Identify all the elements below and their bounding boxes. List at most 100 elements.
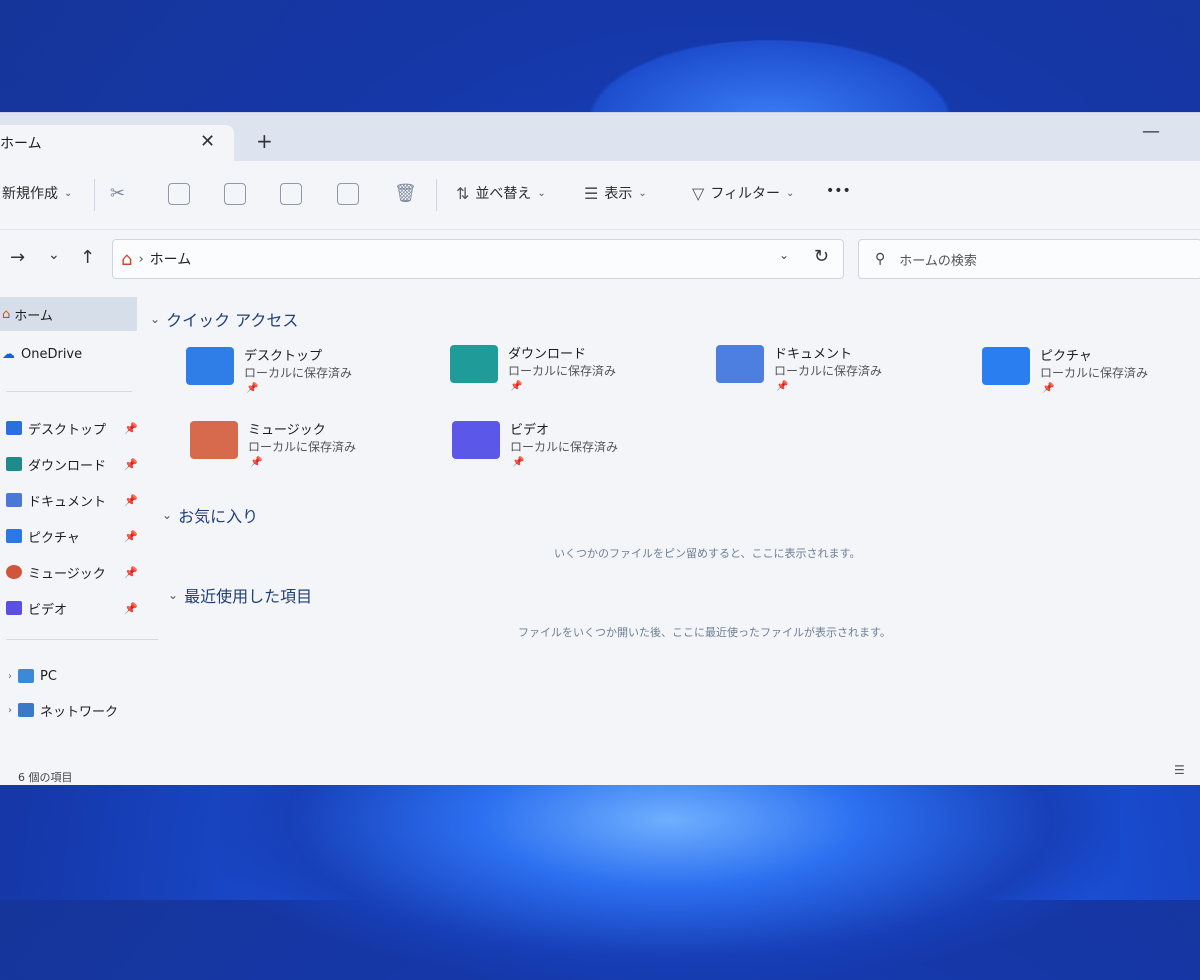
- quick-access-item[interactable]: ダウンロード ローカルに保存済み 📌: [450, 343, 710, 399]
- quick-access-item[interactable]: ビデオ ローカルに保存済み 📌: [452, 419, 712, 475]
- music-icon: [6, 565, 22, 579]
- cloud-icon: ☁: [2, 346, 15, 362]
- item-status: ローカルに保存済み: [248, 440, 357, 454]
- tab-title: ホーム: [0, 136, 42, 152]
- pin-icon: 📌: [124, 565, 138, 579]
- favorites-empty-message: いくつかのファイルをピン留めすると、ここに表示されます。: [554, 547, 861, 560]
- sidebar-item-label: ピクチャ: [28, 530, 80, 546]
- chevron-down-icon: ⌄: [162, 508, 173, 522]
- sidebar-item-downloads[interactable]: ダウンロード 📌: [0, 447, 150, 481]
- chevron-right-icon[interactable]: ›: [8, 705, 12, 716]
- refresh-icon[interactable]: ↻: [814, 246, 829, 267]
- trash-icon: 🗑: [394, 183, 417, 204]
- rename-button[interactable]: [280, 183, 302, 205]
- section-title: お気に入り: [178, 507, 259, 526]
- filter-button[interactable]: ▽ フィルター ⌄: [692, 183, 794, 203]
- navigation-pane: ⌂ ホーム ☁ OneDrive デスクトップ 📌 ダウンロード 📌 ドキュメン…: [0, 291, 158, 761]
- share-icon: [337, 183, 359, 205]
- copy-button[interactable]: [168, 183, 190, 205]
- sidebar-item-videos[interactable]: ビデオ 📌: [0, 591, 150, 625]
- sidebar-item-label: ダウンロード: [28, 458, 107, 474]
- minimize-icon[interactable]: —: [1142, 121, 1160, 142]
- command-bar: 新規作成 ⌄ ✂ 🗑 ⇅ 並べ替え ⌄ ☰ 表示 ⌄ ▽ フィルター ⌄ •••: [0, 161, 1200, 230]
- sort-label: 並べ替え: [475, 186, 532, 202]
- item-name: ダウンロード: [508, 347, 587, 362]
- new-button[interactable]: 新規作成 ⌄: [2, 183, 72, 203]
- close-tab-icon[interactable]: ✕: [200, 131, 215, 152]
- sidebar-item-home[interactable]: ⌂ ホーム: [0, 297, 137, 331]
- more-button[interactable]: •••: [826, 183, 851, 199]
- delete-button[interactable]: 🗑: [394, 183, 417, 204]
- music-folder-icon: [190, 421, 238, 459]
- quick-access-item[interactable]: ドキュメント ローカルに保存済み 📌: [716, 343, 976, 399]
- documents-folder-icon: [716, 345, 764, 383]
- paste-button[interactable]: [224, 183, 246, 205]
- item-status: ローカルに保存済み: [508, 364, 617, 378]
- pin-icon: 📌: [250, 457, 263, 468]
- pictures-folder-icon: [982, 347, 1030, 385]
- title-bar: ホーム ✕ + —: [0, 113, 1200, 161]
- chevron-down-icon: ⌄: [786, 187, 795, 199]
- download-icon: [6, 457, 22, 471]
- new-tab-icon[interactable]: +: [256, 129, 273, 153]
- content-area: ⌄ クイック アクセス デスクトップ ローカルに保存済み 📌 ダウンロード ロー…: [146, 291, 1200, 761]
- filter-label: フィルター: [710, 186, 781, 202]
- tab-home[interactable]: ホーム ✕: [0, 125, 234, 161]
- favorites-header[interactable]: ⌄ お気に入り: [162, 503, 258, 527]
- quick-access-header[interactable]: ⌄ クイック アクセス: [150, 307, 298, 331]
- item-name: ピクチャ: [1040, 349, 1092, 364]
- search-input[interactable]: ⚲ ホームの検索: [858, 239, 1200, 279]
- sidebar-item-network[interactable]: › ネットワーク: [0, 693, 150, 727]
- sidebar-item-label: PC: [40, 668, 57, 684]
- share-button[interactable]: [337, 183, 359, 205]
- navigation-row: → ⌄ ↑ ⌂ › ホーム ⌄ ↻ ⚲ ホームの検索: [0, 237, 1200, 283]
- quick-access-item[interactable]: ミュージック ローカルに保存済み 📌: [190, 419, 450, 475]
- breadcrumb-separator: ›: [138, 251, 144, 267]
- view-label: 表示: [604, 186, 633, 202]
- search-icon: ⚲: [875, 251, 886, 267]
- sidebar-item-music[interactable]: ミュージック 📌: [0, 555, 150, 589]
- pin-icon: 📌: [124, 601, 138, 615]
- sidebar-item-desktop[interactable]: デスクトップ 📌: [0, 411, 150, 445]
- recent-empty-message: ファイルをいくつか開いた後、ここに最近使ったファイルが表示されます。: [518, 626, 891, 639]
- chevron-right-icon[interactable]: ›: [8, 671, 12, 682]
- sort-button[interactable]: ⇅ 並べ替え ⌄: [456, 183, 546, 203]
- sidebar-item-label: ビデオ: [28, 602, 68, 618]
- quick-access-item[interactable]: デスクトップ ローカルに保存済み 📌: [186, 345, 446, 401]
- address-bar[interactable]: ⌂ › ホーム ⌄ ↻: [112, 239, 844, 279]
- sidebar-item-label: ネットワーク: [40, 704, 119, 720]
- pin-icon: 📌: [124, 421, 138, 435]
- pin-icon: 📌: [124, 493, 138, 507]
- section-title: 最近使用した項目: [184, 587, 313, 606]
- chevron-down-icon: ⌄: [64, 187, 73, 199]
- pin-icon: 📌: [510, 381, 523, 392]
- sidebar-item-label: デスクトップ: [28, 422, 107, 438]
- chevron-down-icon[interactable]: ⌄: [779, 248, 789, 262]
- up-icon[interactable]: ↑: [80, 247, 95, 268]
- sidebar-item-label: ミュージック: [28, 566, 106, 582]
- item-status: ローカルに保存済み: [244, 366, 353, 380]
- picture-icon: [6, 529, 22, 543]
- network-icon: [18, 703, 34, 717]
- cut-button[interactable]: ✂: [110, 183, 125, 204]
- view-icon: ☰: [584, 183, 599, 203]
- sidebar-item-label: OneDrive: [21, 346, 83, 362]
- breadcrumb[interactable]: ホーム: [150, 249, 192, 269]
- quick-access-item[interactable]: ピクチャ ローカルに保存済み 📌: [982, 345, 1200, 401]
- sidebar-item-pc[interactable]: › PC: [0, 659, 150, 693]
- recent-header[interactable]: ⌄ 最近使用した項目: [168, 583, 312, 607]
- sidebar-item-documents[interactable]: ドキュメント 📌: [0, 483, 150, 517]
- chevron-down-icon: ⌄: [150, 312, 161, 326]
- forward-icon[interactable]: →: [10, 247, 25, 268]
- document-icon: [6, 493, 22, 507]
- details-view-icon[interactable]: ☰: [1174, 763, 1185, 777]
- chevron-down-icon: ⌄: [638, 187, 647, 199]
- sort-icon: ⇅: [456, 183, 470, 203]
- item-name: デスクトップ: [244, 349, 323, 364]
- sidebar-item-onedrive[interactable]: ☁ OneDrive: [0, 337, 150, 371]
- videos-folder-icon: [452, 421, 500, 459]
- pin-icon: 📌: [1042, 383, 1055, 394]
- recent-locations-icon[interactable]: ⌄: [48, 247, 60, 263]
- view-button[interactable]: ☰ 表示 ⌄: [584, 183, 647, 203]
- sidebar-item-pictures[interactable]: ピクチャ 📌: [0, 519, 150, 553]
